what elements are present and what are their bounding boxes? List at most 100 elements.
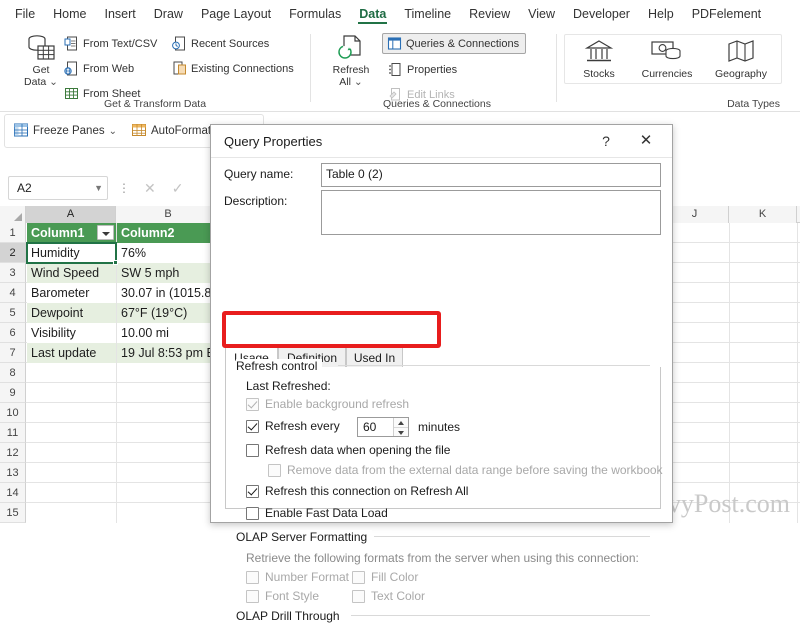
name-box[interactable]: A2 ▼ bbox=[8, 176, 108, 200]
row-header-3[interactable]: 3 bbox=[0, 263, 26, 283]
ribbon-tab-formulas[interactable]: Formulas bbox=[280, 3, 350, 24]
cell-a6[interactable]: Visibility bbox=[27, 323, 116, 343]
existing-connections-button[interactable]: Existing Connections bbox=[172, 61, 294, 76]
column-header-b[interactable]: B bbox=[116, 206, 221, 223]
checkbox-label: Refresh this connection on Refresh All bbox=[265, 484, 469, 498]
cell-b5[interactable]: 67°F (19°C) bbox=[117, 303, 221, 323]
autofilter-dropdown-a1[interactable] bbox=[97, 225, 114, 240]
ribbon-tab-help[interactable]: Help bbox=[639, 3, 683, 24]
freeze-panes-button[interactable]: Freeze Panes ⌄ bbox=[13, 122, 117, 141]
ribbon-tab-file[interactable]: File bbox=[6, 3, 44, 24]
queries-and-connections-toggle[interactable]: Queries & Connections bbox=[382, 33, 527, 54]
queries-connections-icon bbox=[387, 36, 402, 51]
olap-drill-through-rule bbox=[351, 615, 650, 616]
checkbox-label: Refresh every bbox=[265, 419, 340, 433]
row-header-14[interactable]: 14 bbox=[0, 483, 26, 503]
stocks-button[interactable]: Stocks bbox=[568, 38, 630, 80]
row-header-12[interactable]: 12 bbox=[0, 443, 26, 463]
geography-label: Geography bbox=[715, 68, 767, 80]
row-header-10[interactable]: 10 bbox=[0, 403, 26, 423]
properties-button[interactable]: Properties bbox=[388, 62, 457, 77]
stepper-down-icon[interactable] bbox=[394, 427, 408, 436]
geography-button[interactable]: Geography bbox=[710, 38, 772, 80]
olap-drill-through-group-title: OLAP Drill Through bbox=[236, 609, 345, 623]
cell-a5[interactable]: Dewpoint bbox=[27, 303, 116, 323]
checkbox-label: Enable Fast Data Load bbox=[265, 506, 388, 520]
checkbox-box bbox=[352, 589, 365, 603]
row-header-13[interactable]: 13 bbox=[0, 463, 26, 483]
checkbox-refresh-on-refresh-all[interactable]: Refresh this connection on Refresh All bbox=[246, 484, 468, 498]
refresh-all-button[interactable]: Refresh All ⌄ bbox=[324, 34, 378, 88]
cell-b4[interactable]: 30.07 in (1015.8 bbox=[117, 283, 221, 303]
refresh-interval-unit: minutes bbox=[418, 420, 461, 434]
ribbon-separator-2 bbox=[556, 34, 557, 102]
stepper-up-icon[interactable] bbox=[394, 418, 408, 428]
cell-b6[interactable]: 10.00 mi bbox=[117, 323, 221, 343]
currency-icon bbox=[636, 38, 698, 68]
checkbox-refresh-on-open[interactable]: Refresh data when opening the file bbox=[246, 443, 450, 457]
ribbon-tab-review[interactable]: Review bbox=[460, 3, 519, 24]
last-refreshed-label-text: Last Refreshed: bbox=[246, 379, 331, 393]
close-icon[interactable]: ✕ bbox=[634, 131, 658, 151]
cell-b3[interactable]: SW 5 mph bbox=[117, 263, 221, 283]
ribbon-tab-data[interactable]: Data bbox=[350, 3, 395, 24]
row-header-5[interactable]: 5 bbox=[0, 303, 26, 323]
checkbox-refresh-every[interactable]: Refresh every bbox=[246, 419, 340, 433]
row-header-1[interactable]: 1 bbox=[0, 223, 26, 243]
checkbox-label: Text Color bbox=[371, 589, 426, 603]
formula-bar-more-icon[interactable]: ⋮ bbox=[118, 181, 130, 195]
ribbon-tab-developer[interactable]: Developer bbox=[564, 3, 639, 24]
queries-and-connections-label: Queries & Connections bbox=[406, 37, 520, 50]
ribbon-tab-page-layout[interactable]: Page Layout bbox=[192, 3, 280, 24]
get-data-icon bbox=[14, 34, 68, 64]
confirm-icon[interactable]: ✓ bbox=[172, 180, 184, 197]
checkbox-enable-fast-data-load[interactable]: Enable Fast Data Load bbox=[246, 506, 388, 520]
cancel-icon[interactable]: ✕ bbox=[144, 180, 156, 197]
row-header-2[interactable]: 2 bbox=[0, 243, 26, 263]
checkbox-fill-color: Fill Color bbox=[352, 570, 418, 584]
from-web-button[interactable]: From Web bbox=[64, 61, 134, 76]
from-text-csv-button[interactable]: From Text/CSV bbox=[64, 36, 157, 51]
cell-b7[interactable]: 19 Jul 8:53 pm E bbox=[117, 343, 221, 363]
column-header-a[interactable]: A bbox=[26, 206, 116, 223]
get-data-button[interactable]: Get Data ⌄ bbox=[14, 34, 68, 88]
olap-server-formatting-group-title: OLAP Server Formatting bbox=[236, 530, 373, 544]
select-all-corner[interactable] bbox=[0, 206, 26, 223]
row-header-6[interactable]: 6 bbox=[0, 323, 26, 343]
row-header-9[interactable]: 9 bbox=[0, 383, 26, 403]
column-header-k[interactable]: K bbox=[729, 206, 797, 223]
ribbon-tab-home[interactable]: Home bbox=[44, 3, 95, 24]
map-icon bbox=[710, 38, 772, 68]
help-icon[interactable]: ? bbox=[594, 131, 618, 151]
recent-sources-button[interactable]: Recent Sources bbox=[172, 36, 269, 51]
ribbon-tab-draw[interactable]: Draw bbox=[145, 3, 192, 24]
query-name-input[interactable]: Table 0 (2) bbox=[321, 163, 661, 187]
row-header-15[interactable]: 15 bbox=[0, 503, 26, 523]
bank-icon bbox=[568, 38, 630, 68]
cell-a7[interactable]: Last update bbox=[27, 343, 116, 363]
cell-b2[interactable]: 76% bbox=[117, 243, 221, 263]
description-input[interactable] bbox=[321, 190, 661, 235]
ribbon-tab-timeline[interactable]: Timeline bbox=[395, 3, 460, 24]
cell-b1[interactable]: Column2 bbox=[117, 223, 221, 243]
currencies-button[interactable]: Currencies bbox=[636, 38, 698, 80]
ribbon-tab-view[interactable]: View bbox=[519, 3, 564, 24]
row-header-11[interactable]: 11 bbox=[0, 423, 26, 443]
olap-server-formatting-description: Retrieve the following formats from the … bbox=[246, 551, 639, 565]
checkbox-box bbox=[246, 484, 259, 498]
row-header-8[interactable]: 8 bbox=[0, 363, 26, 383]
stepper-buttons[interactable] bbox=[393, 418, 408, 436]
refresh-interval-stepper[interactable]: 60 bbox=[357, 417, 409, 437]
refresh-control-group-rule bbox=[338, 365, 650, 366]
refresh-interval-value[interactable]: 60 bbox=[358, 418, 393, 436]
ribbon-tab-insert[interactable]: Insert bbox=[96, 3, 145, 24]
row-header-7[interactable]: 7 bbox=[0, 343, 26, 363]
autoformat-button[interactable]: AutoFormat bbox=[131, 122, 211, 141]
cell-a4[interactable]: Barometer bbox=[27, 283, 116, 303]
name-box-chevron-down-icon[interactable]: ▼ bbox=[94, 183, 103, 193]
ribbon-tab-pdfelement[interactable]: PDFelement bbox=[683, 3, 770, 24]
row-header-4[interactable]: 4 bbox=[0, 283, 26, 303]
checkbox-enable-background-refresh[interactable]: Enable background refresh bbox=[246, 397, 409, 411]
cell-a3[interactable]: Wind Speed bbox=[27, 263, 116, 283]
cell-a2[interactable]: Humidity bbox=[27, 243, 116, 263]
